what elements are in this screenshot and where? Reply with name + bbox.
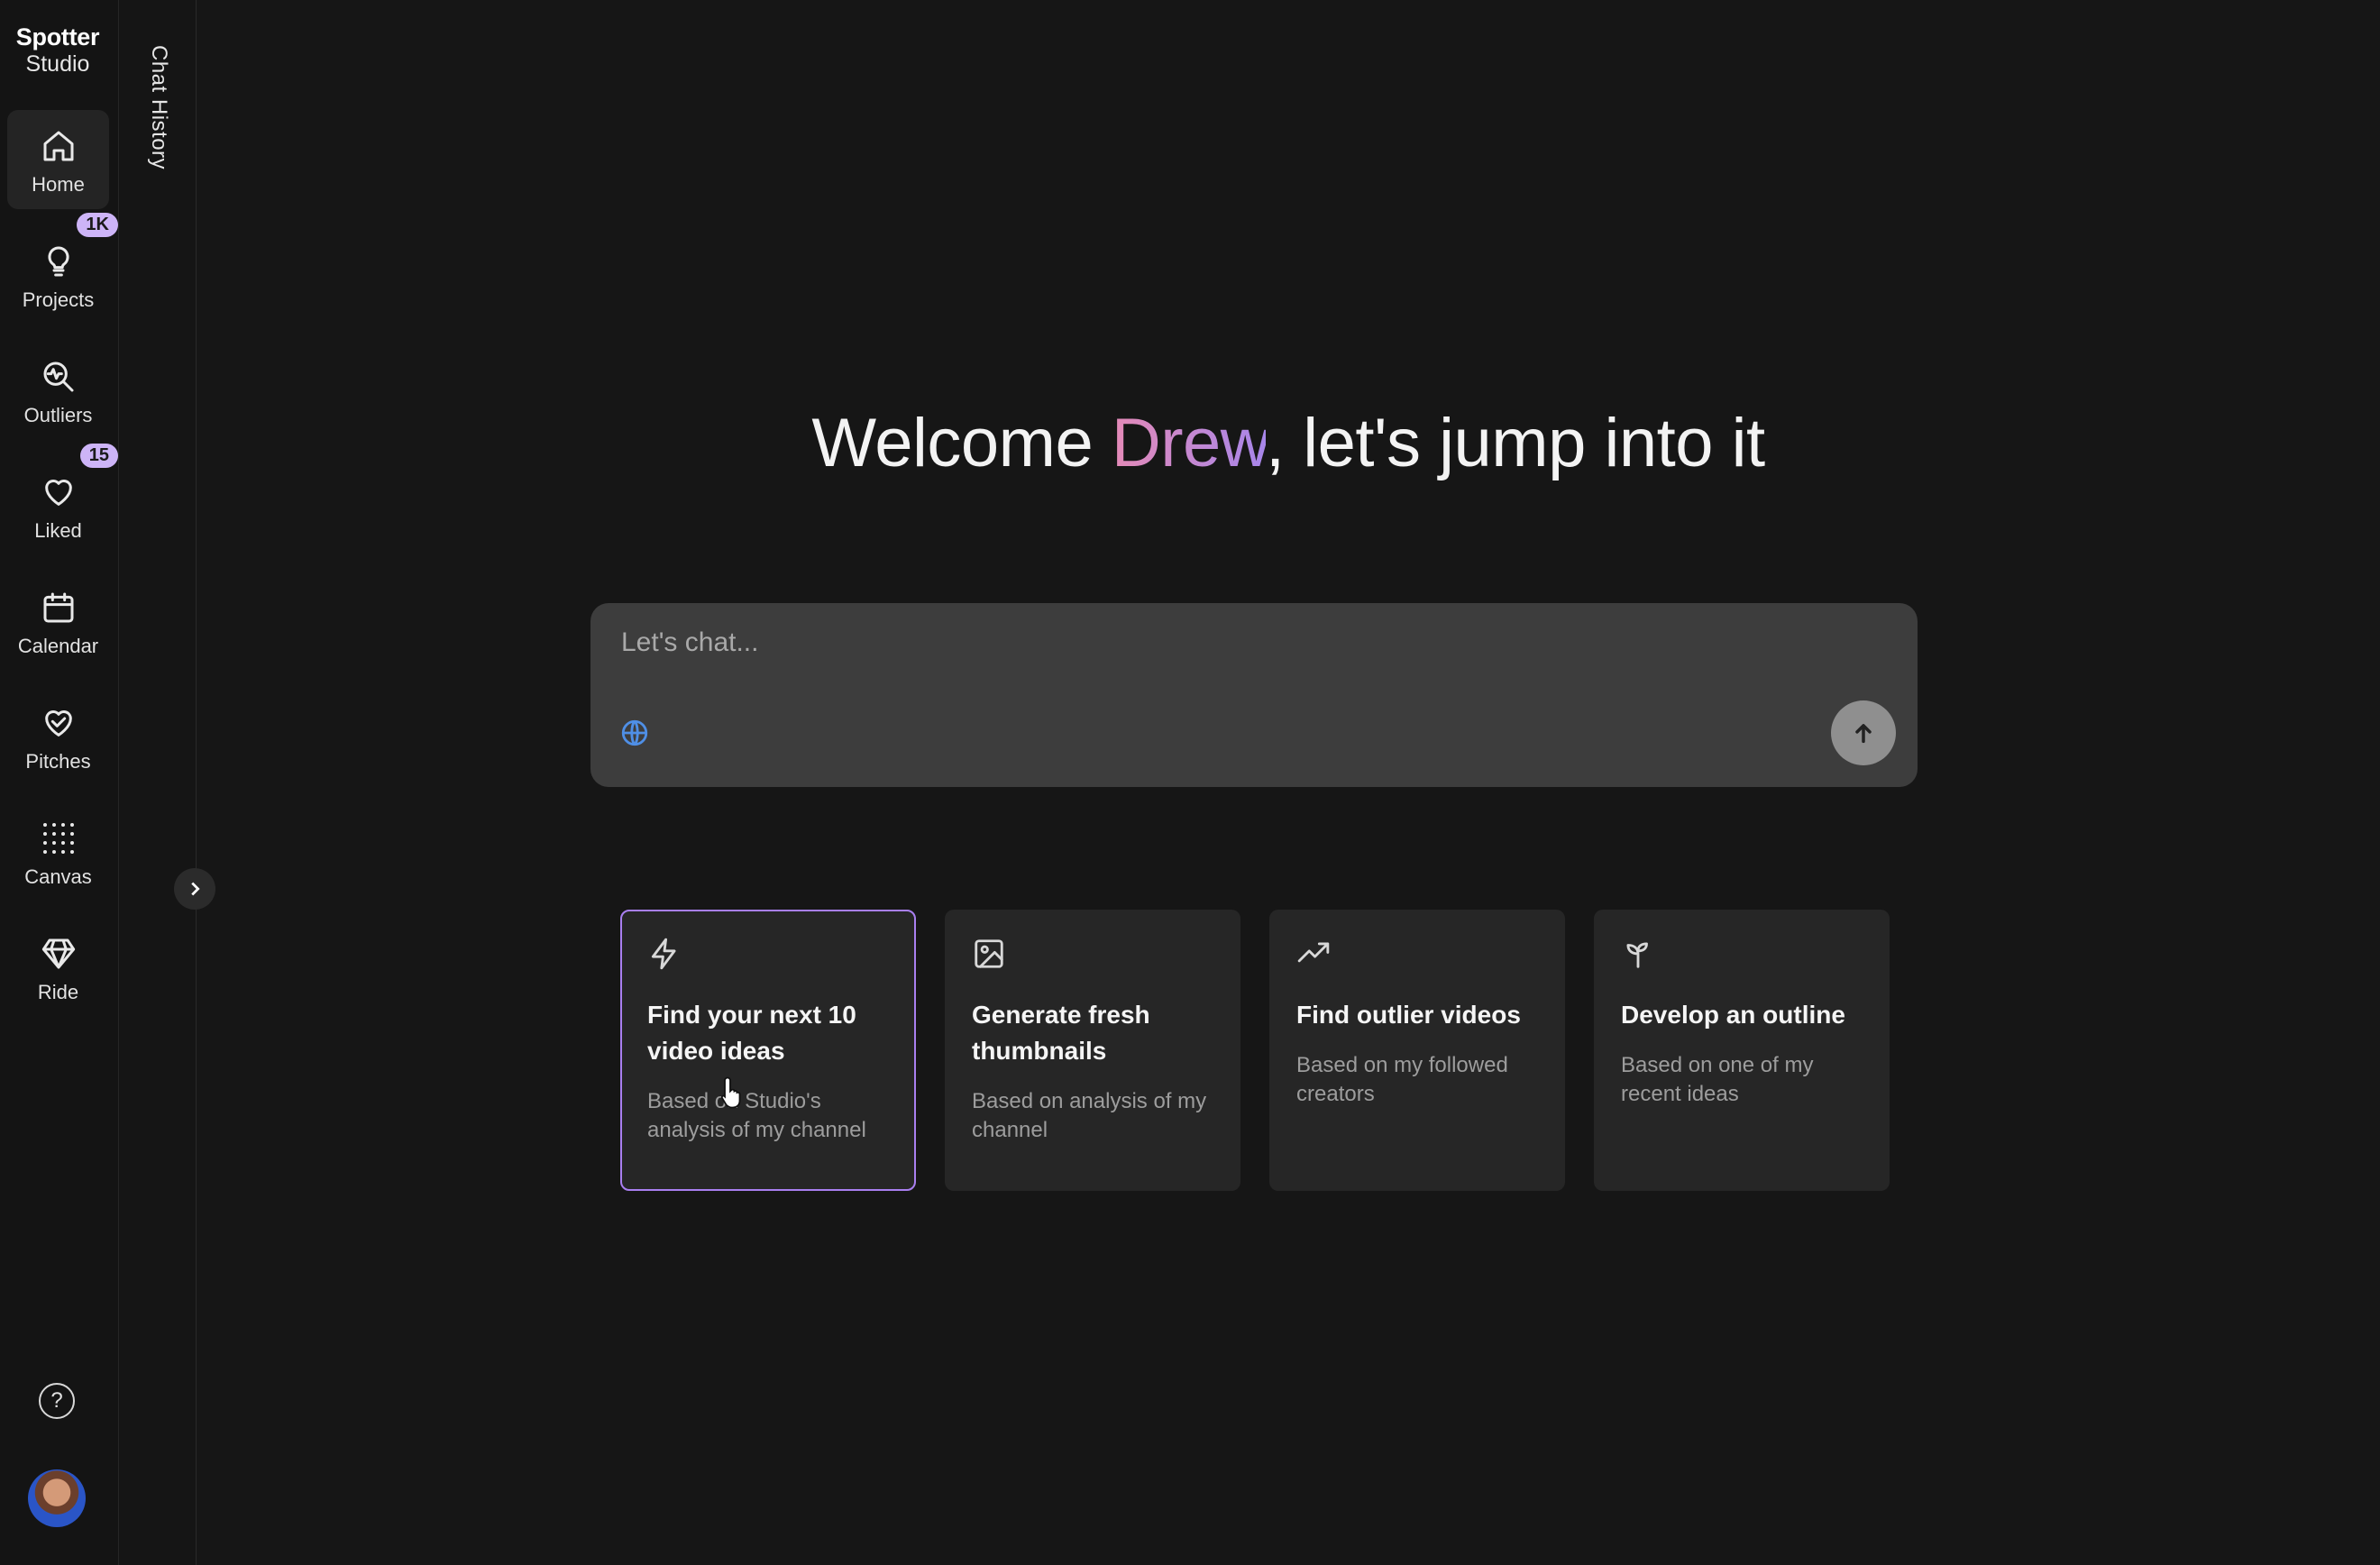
card-subtitle: Based on analysis of my channel: [972, 1089, 1207, 1142]
web-search-toggle[interactable]: [619, 718, 650, 748]
trending-up-icon: [1297, 942, 1330, 963]
dot-grid-icon: [42, 823, 74, 854]
card-title: Develop an outline: [1621, 1001, 1845, 1029]
diamond-icon: [41, 938, 75, 969]
card-subtitle: Based on Studio's analysis of my channel: [647, 1089, 866, 1142]
lightbulb-icon: [47, 246, 69, 277]
handshake-heart-icon: [44, 710, 72, 737]
image-icon: [975, 939, 1003, 968]
card-title: Find outlier videos: [1296, 1001, 1521, 1029]
welcome-prefix: Welcome: [811, 405, 1112, 481]
send-button[interactable]: [1831, 700, 1896, 765]
app-logo[interactable]: Spotter Studio: [0, 23, 115, 78]
welcome-suffix: , let's jump into it: [1266, 405, 1765, 481]
chevron-right-icon: [191, 882, 200, 896]
expand-sidebar-button[interactable]: [174, 868, 215, 910]
nav-item-label: Pitches: [25, 750, 91, 773]
user-avatar[interactable]: [28, 1469, 86, 1527]
projects-count-badge: 1K: [77, 213, 118, 237]
chat-history-toggle[interactable]: Chat History: [146, 45, 171, 169]
card-title: Generate fresh thumbnails: [972, 1001, 1150, 1065]
suggestion-card-thumbnails[interactable]: Generate fresh thumbnails Based on analy…: [945, 910, 1240, 1191]
help-button[interactable]: ?: [39, 1383, 75, 1419]
nav-item-liked[interactable]: 15 Liked: [7, 444, 118, 555]
sprout-icon: [1626, 942, 1648, 968]
nav-item-outliers[interactable]: Outliers: [7, 341, 109, 440]
nav-item-calendar[interactable]: Calendar: [7, 572, 109, 671]
card-subtitle: Based on one of my recent ideas: [1621, 1053, 1814, 1106]
help-icon: ?: [50, 1388, 63, 1413]
nav-item-ride[interactable]: Ride: [7, 918, 109, 1017]
home-icon: [43, 131, 73, 161]
nav-item-canvas[interactable]: Canvas: [7, 802, 109, 901]
arrow-up-icon: [1855, 724, 1872, 744]
heart-icon: [44, 480, 72, 506]
nav-item-label: Outliers: [23, 404, 93, 426]
liked-count-badge: 15: [79, 444, 118, 468]
globe-icon: [621, 719, 648, 746]
nav-item-label: Home: [32, 173, 85, 196]
logo-text-secondary: Studio: [25, 51, 90, 77]
suggestion-card-outline[interactable]: Develop an outline Based on one of my re…: [1594, 910, 1890, 1191]
card-subtitle: Based on my followed creators: [1296, 1053, 1508, 1106]
nav-item-label: Liked: [34, 519, 82, 542]
suggestion-card-video-ideas[interactable]: Find your next 10 video ideas Based on S…: [620, 910, 916, 1191]
suggestion-card-outliers[interactable]: Find outlier videos Based on my followed…: [1269, 910, 1565, 1191]
nav-item-label: Projects: [22, 288, 95, 311]
nav-item-label: Calendar: [17, 635, 99, 657]
logo-text-primary: Spotter: [15, 23, 100, 50]
chat-composer: [590, 603, 1918, 787]
nav-item-label: Canvas: [24, 865, 92, 888]
welcome-heading: Welcome Drew, let's jump into it: [197, 404, 2380, 482]
nav-item-projects[interactable]: 1K Projects: [7, 213, 118, 325]
nav-item-home[interactable]: Home: [7, 110, 109, 209]
nav-item-label: Ride: [37, 981, 79, 1003]
card-title: Find your next 10 video ideas: [647, 1001, 856, 1065]
nav-item-pitches[interactable]: Pitches: [7, 687, 109, 786]
chat-history-panel: [119, 0, 197, 1565]
hand-pointer-icon: [720, 1076, 741, 1109]
main-nav: Spotter Studio Home 1K Projects Outliers…: [0, 0, 119, 1565]
user-name: Drew: [1111, 405, 1267, 481]
lightning-icon: [651, 938, 676, 970]
calendar-icon: [43, 592, 73, 623]
outliers-search-icon: [43, 362, 73, 392]
chat-input[interactable]: [619, 627, 1791, 659]
